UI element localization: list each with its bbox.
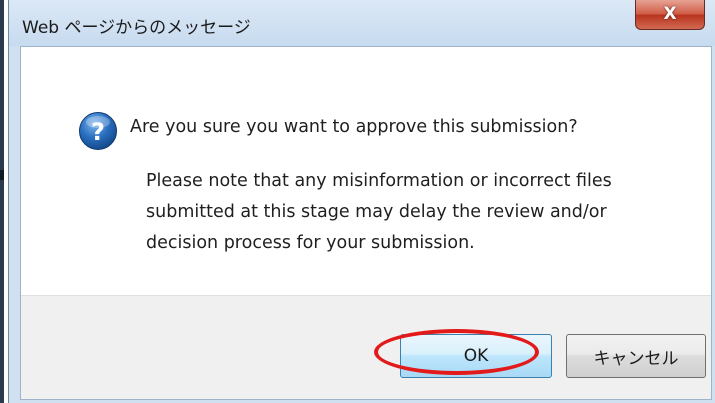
dialog-button-bar: OK キャンセル [21, 295, 711, 399]
message-area: ? Are you sure you want to approve this … [21, 47, 711, 295]
screen: Web ページからのメッセージ X ? Are you sure you wan… [0, 0, 715, 403]
close-icon: X [663, 4, 677, 24]
background-window-edge [0, 0, 4, 403]
message-dialog: Web ページからのメッセージ X ? Are you sure you wan… [8, 0, 715, 403]
dialog-message: Are you sure you want to approve this su… [130, 117, 578, 137]
background-window-marker [0, 170, 4, 180]
note-line: decision process for your submission. [146, 233, 475, 253]
svg-text:?: ? [91, 118, 105, 146]
close-button[interactable]: X [635, 0, 705, 30]
ok-button[interactable]: OK [400, 334, 552, 378]
note-line: submitted at this stage may delay the re… [146, 202, 607, 222]
cancel-button[interactable]: キャンセル [566, 334, 706, 378]
note-line: Please note that any misinformation or i… [146, 171, 612, 191]
dialog-title: Web ページからのメッセージ [22, 18, 251, 38]
dialog-titlebar[interactable]: Web ページからのメッセージ X [9, 0, 715, 46]
question-icon: ? [79, 112, 117, 150]
dialog-content: ? Are you sure you want to approve this … [20, 46, 712, 400]
